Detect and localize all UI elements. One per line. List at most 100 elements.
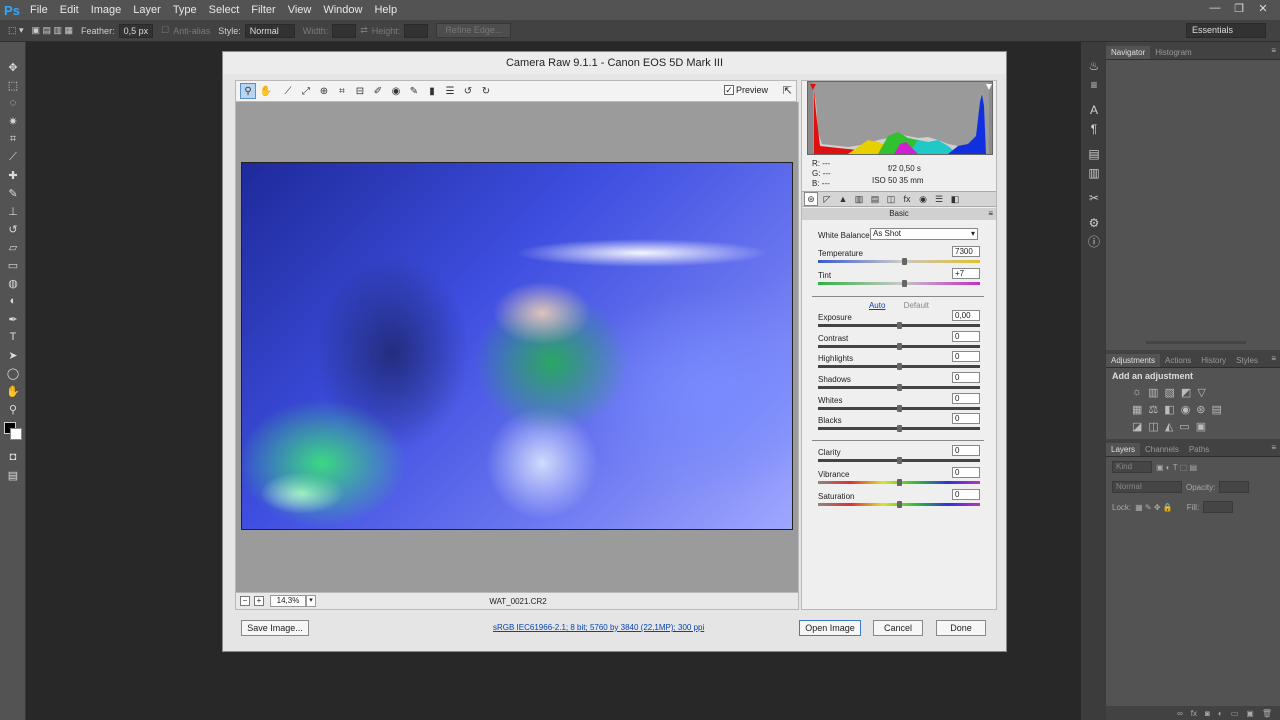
- channel-mixer-icon[interactable]: ⊛: [1196, 403, 1205, 416]
- close-icon[interactable]: ✕: [1254, 2, 1272, 16]
- tools-icon[interactable]: ✂: [1081, 188, 1107, 207]
- link-layers-icon[interactable]: ∞: [1177, 709, 1183, 718]
- shape-tool-icon[interactable]: ◯: [0, 364, 26, 382]
- tab-history[interactable]: History: [1196, 354, 1231, 367]
- auto-link[interactable]: Auto: [869, 301, 885, 310]
- panel-menu-icon[interactable]: ≡: [988, 208, 993, 220]
- blacks-slider-thumb[interactable]: [897, 425, 902, 432]
- quick-mask-icon[interactable]: ◘: [0, 448, 26, 466]
- chevron-down-icon[interactable]: ▾: [306, 595, 316, 607]
- workspace-select[interactable]: Essentials: [1186, 23, 1266, 38]
- style-select[interactable]: Normal: [244, 23, 295, 38]
- tint-slider-thumb[interactable]: [901, 280, 907, 287]
- lens-corrections-icon[interactable]: ◫: [884, 192, 898, 206]
- tab-adjustments[interactable]: Adjustments: [1106, 354, 1161, 367]
- rotate-right-icon[interactable]: ↻: [478, 83, 494, 99]
- preview-checkbox[interactable]: ✓: [723, 85, 734, 95]
- magic-wand-icon[interactable]: ✷: [0, 112, 26, 130]
- move-tool-icon[interactable]: ✥: [0, 58, 26, 76]
- opacity-input[interactable]: [1219, 481, 1250, 493]
- red-eye-icon[interactable]: ◉: [388, 83, 404, 99]
- paragraph-icon[interactable]: ¶: [1081, 119, 1107, 138]
- tint-slider[interactable]: [818, 280, 980, 287]
- preview-toggle[interactable]: ✓ Preview: [723, 85, 768, 95]
- feather-input[interactable]: 0,5 px: [118, 23, 154, 38]
- save-image-button[interactable]: Save Image...: [241, 620, 309, 636]
- exposure-slider-thumb[interactable]: [897, 322, 902, 329]
- panel-menu-icon[interactable]: ≡: [1271, 354, 1276, 363]
- panel-menu-icon[interactable]: ≡: [1271, 443, 1276, 452]
- new-adjustment-icon[interactable]: ◐: [1218, 709, 1223, 718]
- blend-mode-select[interactable]: Normal: [1112, 481, 1182, 493]
- straighten-tool-icon[interactable]: ⊟: [352, 83, 368, 99]
- whites-slider-thumb[interactable]: [897, 405, 902, 412]
- threshold-icon[interactable]: ◭: [1165, 420, 1173, 433]
- photo-filter-icon[interactable]: ◉: [1181, 403, 1191, 416]
- layer-filter-icons[interactable]: ▣ ◐ T ⬚ ▤: [1156, 463, 1197, 472]
- width-input[interactable]: [332, 23, 357, 38]
- contrast-input[interactable]: 0: [952, 331, 980, 342]
- temperature-slider[interactable]: [818, 258, 980, 265]
- menu-window[interactable]: Window: [317, 4, 368, 16]
- exposure-slider[interactable]: [818, 322, 980, 329]
- highlights-slider[interactable]: [818, 363, 980, 370]
- workflow-options-link[interactable]: sRGB IEC61966-2.1; 8 bit; 5760 by 3840 (…: [493, 623, 704, 632]
- contrast-slider-thumb[interactable]: [897, 343, 902, 350]
- graduated-filter-icon[interactable]: ▮: [424, 83, 440, 99]
- menu-edit[interactable]: Edit: [54, 4, 85, 16]
- spot-removal-icon[interactable]: ✐: [370, 83, 386, 99]
- contrast-slider[interactable]: [818, 343, 980, 350]
- tool-presets-icon[interactable]: ♨: [1081, 56, 1107, 75]
- white-balance-select[interactable]: As Shot ▾: [870, 228, 978, 240]
- info-icon[interactable]: ⓘ: [1081, 232, 1107, 251]
- snapshots-icon[interactable]: ◧: [948, 192, 962, 206]
- vibrance-slider-thumb[interactable]: [897, 479, 902, 486]
- fx-icon[interactable]: fx: [1191, 709, 1197, 718]
- clarity-input[interactable]: 0: [952, 445, 980, 456]
- split-toning-icon[interactable]: ▤: [868, 192, 882, 206]
- hand-tool-icon[interactable]: ✋: [258, 83, 274, 99]
- raw-photo-preview[interactable]: [241, 162, 793, 530]
- menu-filter[interactable]: Filter: [245, 4, 281, 16]
- presets-icon[interactable]: ☰: [932, 192, 946, 206]
- brush-tool-icon[interactable]: ✎: [0, 184, 26, 202]
- detail-icon[interactable]: ▲: [836, 192, 850, 206]
- hue-sat-icon[interactable]: ▦: [1132, 403, 1142, 416]
- delete-layer-icon[interactable]: 🗑: [1262, 709, 1272, 718]
- shadows-input[interactable]: 0: [952, 372, 980, 383]
- bw-icon[interactable]: ◧: [1164, 403, 1174, 416]
- new-layer-icon[interactable]: ▣: [1246, 709, 1254, 718]
- fullscreen-icon[interactable]: ⇱: [783, 84, 792, 97]
- gradient-map-icon[interactable]: ▭: [1179, 420, 1189, 433]
- notes-icon[interactable]: ▥: [1081, 163, 1107, 182]
- blacks-input[interactable]: 0: [952, 413, 980, 424]
- color-balance-icon[interactable]: ⚖: [1148, 403, 1158, 416]
- menu-type[interactable]: Type: [167, 4, 203, 16]
- refine-edge-button[interactable]: Refine Edge...: [436, 23, 512, 38]
- clarity-slider[interactable]: [818, 457, 980, 464]
- marquee-tool-icon[interactable]: ⬚ ▾: [8, 25, 24, 36]
- saturation-input[interactable]: 0: [952, 489, 980, 500]
- targeted-adjustment-icon[interactable]: ⊕: [316, 83, 332, 99]
- white-balance-tool-icon[interactable]: ⟋: [280, 83, 296, 99]
- vibrance-slider[interactable]: [818, 479, 980, 486]
- path-selection-icon[interactable]: ➤: [0, 346, 26, 364]
- antialias-checkbox[interactable]: ☐: [161, 25, 169, 36]
- color-lookup-icon[interactable]: ▤: [1212, 403, 1222, 416]
- temperature-input[interactable]: 7300: [952, 246, 980, 257]
- pen-tool-icon[interactable]: ✒: [0, 310, 26, 328]
- tone-curve-icon[interactable]: ◸: [820, 192, 834, 206]
- posterize-icon[interactable]: ◫: [1148, 420, 1158, 433]
- clarity-slider-thumb[interactable]: [897, 457, 902, 464]
- hsl-icon[interactable]: ▥: [852, 192, 866, 206]
- fill-input[interactable]: [1203, 501, 1234, 513]
- menu-view[interactable]: View: [282, 4, 318, 16]
- adjustment-brush-icon[interactable]: ✎: [406, 83, 422, 99]
- blacks-slider[interactable]: [818, 425, 980, 432]
- layer-kind-filter[interactable]: Kind: [1112, 461, 1152, 473]
- saturation-slider[interactable]: [818, 501, 980, 508]
- selection-mode-icons[interactable]: ▣ ▤ ▥ ▦: [32, 25, 74, 36]
- selective-color-icon[interactable]: ▣: [1196, 420, 1206, 433]
- menu-layer[interactable]: Layer: [127, 4, 167, 16]
- new-group-icon[interactable]: ▭: [1231, 709, 1239, 718]
